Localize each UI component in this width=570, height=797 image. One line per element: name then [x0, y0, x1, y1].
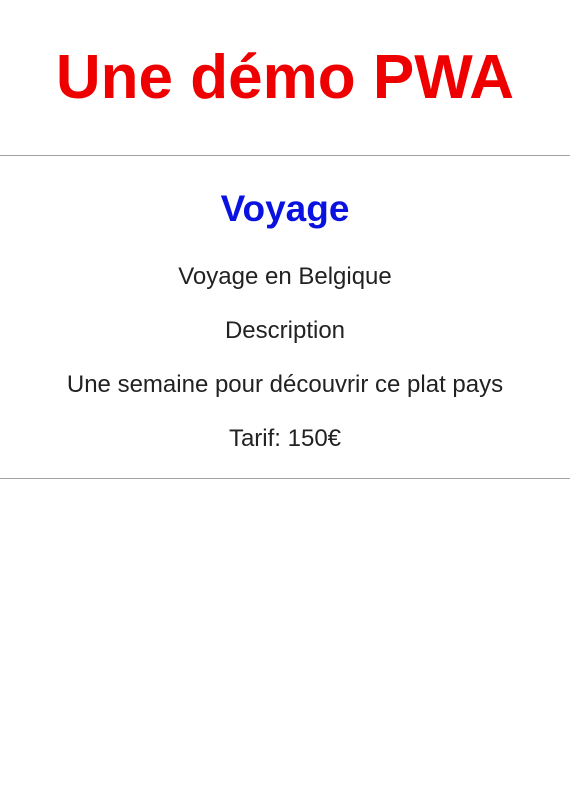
bottom-divider	[0, 478, 570, 479]
trip-price: Tarif: 150€	[228, 425, 342, 452]
description-label: Description	[224, 317, 346, 344]
top-divider	[0, 155, 570, 156]
trip-heading: Voyage	[220, 188, 350, 229]
trip-name: Voyage en Belgique	[178, 263, 392, 290]
page-title: Une démo PWA	[55, 43, 515, 112]
trip-description: Une semaine pour découvrir ce plat pays	[66, 371, 504, 398]
